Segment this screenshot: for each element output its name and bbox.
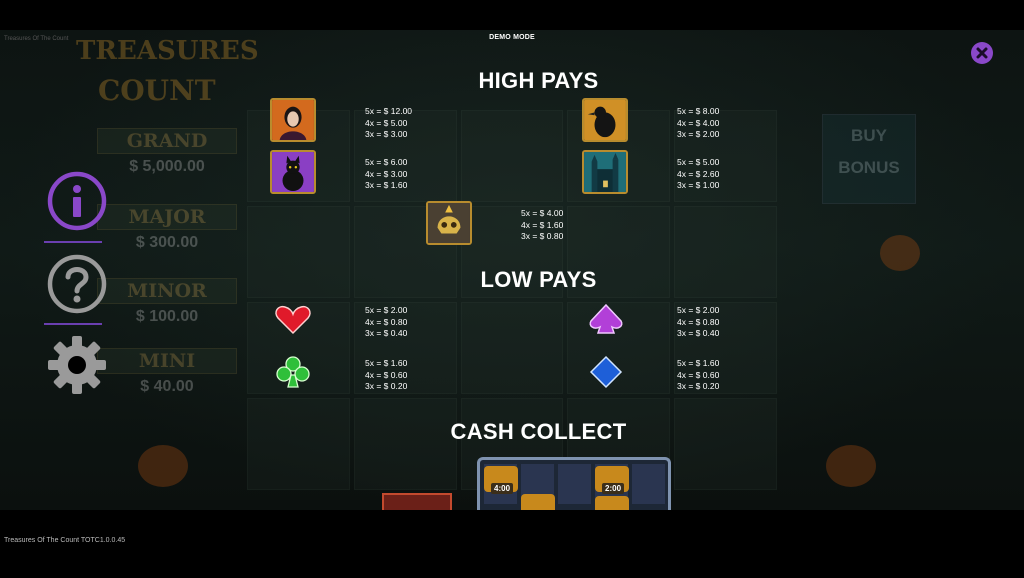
close-button[interactable]: [971, 42, 993, 64]
diamond-icon: [589, 355, 623, 389]
jackpot-value: $ 40.00: [140, 378, 194, 395]
high-pays-title: HIGH PAYS: [478, 68, 599, 93]
pay-4x: 4x = $ 2.60: [677, 168, 720, 179]
pay-4x: 4x = $ 0.80: [677, 316, 720, 327]
jackpot-value: $ 100.00: [135, 308, 199, 325]
club-icon: [276, 356, 310, 388]
countess-symbol: [270, 98, 316, 142]
pay-5x: 5x = $ 6.00: [365, 157, 408, 167]
pay-3x: 3x = $ 1.00: [677, 180, 720, 191]
pay-4x: 4x = $ 0.60: [365, 369, 408, 380]
jackpot-name: MAJOR: [97, 204, 237, 230]
pay-5x: 5x = $ 8.00: [677, 106, 720, 116]
reel-cell: [460, 302, 564, 394]
black-cat-symbol: [270, 150, 316, 194]
golden-skull-symbol: [426, 201, 472, 245]
pay-3x: 3x = $ 0.40: [365, 328, 408, 339]
pay-3x: 3x = $ 3.00: [365, 129, 408, 140]
cash-collect-frame-left: [382, 493, 452, 510]
jackpot-mini: MINI $ 40.00: [97, 348, 237, 404]
cash-value: 4:00: [491, 483, 514, 494]
top-bar: [0, 0, 1024, 30]
club-pays: 5x = $ 1.60 4x = $ 0.60 3x = $ 0.20: [365, 358, 407, 393]
black-cat-icon: [272, 152, 314, 192]
info-button[interactable]: [46, 170, 108, 232]
raven-icon: [584, 100, 626, 140]
jackpot-major: MAJOR $ 300.00: [97, 204, 237, 260]
pay-5x: 5x = $ 1.60: [365, 358, 408, 368]
golden-skull-pays: 5x = $ 4.00 4x = $ 1.60 3x = $ 0.80: [521, 208, 563, 243]
gear-icon: [48, 336, 106, 394]
countess-pays: 5x = $ 12.00 4x = $ 5.00 3x = $ 3.00: [365, 106, 412, 141]
info-icon: [47, 171, 107, 231]
cash-value: 2:00: [602, 483, 625, 494]
haunted-castle-pays: 5x = $ 5.00 4x = $ 2.60 3x = $ 1.00: [677, 157, 719, 192]
pay-3x: 3x = $ 1.60: [365, 180, 408, 191]
jackpot-value: $ 5,000.00: [129, 158, 205, 175]
raven-pays: 5x = $ 8.00 4x = $ 4.00 3x = $ 2.00: [677, 106, 719, 141]
low-pays-title: LOW PAYS: [480, 267, 597, 292]
settings-button[interactable]: [46, 334, 108, 396]
preview-cell: [632, 464, 665, 504]
pay-3x: 3x = $ 2.00: [677, 129, 720, 140]
close-icon: [976, 47, 988, 59]
heart-pays: 5x = $ 2.00 4x = $ 0.80 3x = $ 0.40: [365, 305, 407, 340]
buy-bonus-button: BUY BONUS: [822, 114, 916, 204]
black-cat-pays: 5x = $ 6.00 4x = $ 3.00 3x = $ 1.60: [365, 157, 407, 192]
pumpkin-decoration: [826, 445, 876, 487]
raven-symbol: [582, 98, 628, 142]
buy-bonus-line-2: BONUS: [838, 158, 900, 177]
pay-4x: 4x = $ 5.00: [365, 117, 408, 128]
pay-3x: 3x = $ 0.20: [365, 381, 408, 392]
reel-cell: [460, 110, 564, 202]
haunted-castle-symbol: [582, 150, 628, 194]
preview-cell: [558, 464, 591, 504]
golden-skull-icon: [428, 203, 470, 243]
jackpot-value: $ 300.00: [135, 234, 199, 251]
spade-symbol: [586, 302, 626, 336]
heart-symbol: [273, 302, 313, 336]
diamond-symbol: [586, 355, 626, 389]
pumpkin-decoration: [138, 445, 188, 487]
pumpkin-decoration: [880, 235, 920, 271]
spade-pays: 5x = $ 2.00 4x = $ 0.80 3x = $ 0.40: [677, 305, 719, 340]
jackpot-name: MINI: [97, 348, 237, 374]
pay-4x: 4x = $ 3.00: [365, 168, 408, 179]
pay-5x: 5x = $ 12.00: [365, 106, 413, 116]
pay-4x: 4x = $ 0.80: [365, 316, 408, 327]
gold-pot-icon: [521, 494, 555, 510]
pay-3x: 3x = $ 0.40: [677, 328, 720, 339]
pay-5x: 5x = $ 4.00: [521, 208, 564, 218]
pay-4x: 4x = $ 4.00: [677, 117, 720, 128]
demo-mode-label: DEMO MODE: [489, 34, 535, 41]
countess-icon: [272, 100, 314, 140]
jackpot-name: GRAND: [97, 128, 237, 154]
menu-divider: [44, 241, 102, 243]
bottom-bar: [0, 510, 1024, 578]
pay-3x: 3x = $ 0.80: [521, 231, 564, 242]
heart-icon: [275, 305, 311, 335]
pay-3x: 3x = $ 0.20: [677, 381, 720, 392]
menu-divider: [44, 323, 102, 325]
pay-4x: 4x = $ 1.60: [521, 219, 564, 230]
club-symbol: [273, 355, 313, 389]
pay-4x: 4x = $ 0.60: [677, 369, 720, 380]
diamond-pays: 5x = $ 1.60 4x = $ 0.60 3x = $ 0.20: [677, 358, 719, 393]
cash-collect-preview: 4:00 2:00: [477, 457, 671, 510]
jackpot-grand: GRAND $ 5,000.00: [97, 128, 237, 184]
pay-5x: 5x = $ 2.00: [365, 305, 408, 315]
version-label: Treasures Of The Count TOTC1.0.0.45: [4, 537, 126, 544]
gold-pot-icon: [595, 496, 629, 510]
pay-5x: 5x = $ 1.60: [677, 358, 720, 368]
pay-5x: 5x = $ 5.00: [677, 157, 720, 167]
spade-icon: [589, 303, 623, 334]
pay-5x: 5x = $ 2.00: [677, 305, 720, 315]
buy-bonus-line-1: BUY: [851, 126, 887, 145]
cash-collect-title: CASH COLLECT: [450, 419, 627, 444]
haunted-castle-icon: [584, 152, 626, 192]
